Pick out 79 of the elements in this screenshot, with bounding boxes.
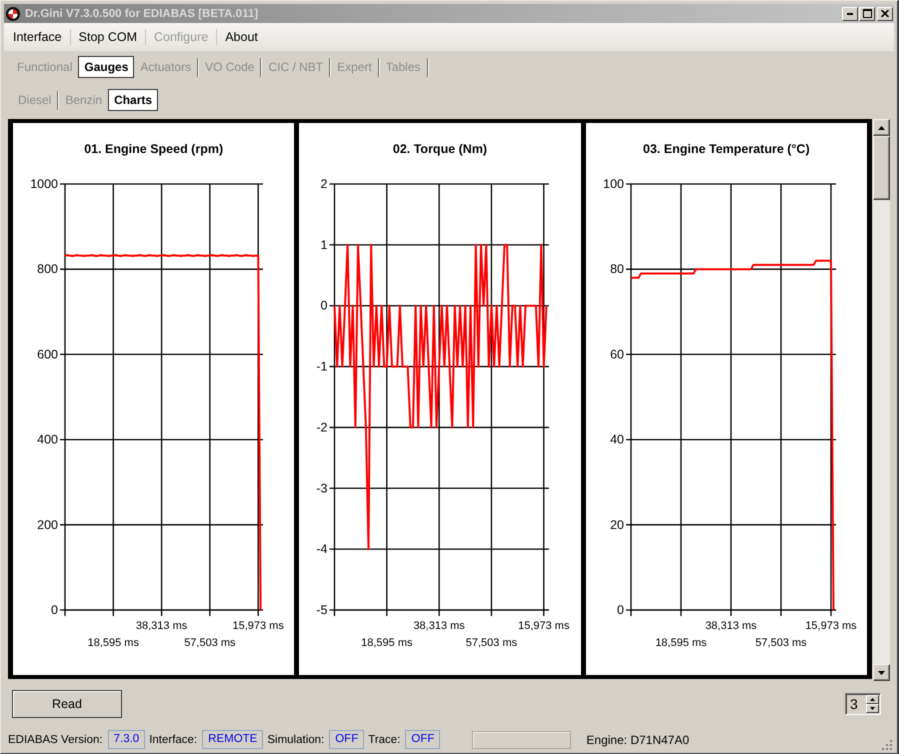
- minimize-icon: [847, 12, 853, 14]
- axis-tick-label: 0: [51, 603, 58, 617]
- maximize-icon: [862, 9, 872, 18]
- resize-grip-icon[interactable]: [881, 739, 892, 750]
- spinner-value: 3: [849, 695, 859, 714]
- axis-tick-label: 18,595 ms: [88, 637, 139, 649]
- axis-tick-label: 40: [610, 432, 624, 447]
- spin-down-button[interactable]: [866, 704, 879, 713]
- scrollbar-thumb[interactable]: [873, 136, 890, 200]
- axis-tick-label: -3: [316, 481, 328, 496]
- maximize-button[interactable]: [859, 6, 875, 20]
- scroll-down-button[interactable]: [873, 664, 890, 681]
- status-label: EDIABAS Version:: [8, 734, 103, 746]
- tab[interactable]: Actuators: [134, 56, 198, 78]
- axis-tick-label: 57,503 ms: [754, 637, 806, 649]
- window-title: Dr.Gini V7.3.0.500 for EDIABAS [BETA.011]: [25, 8, 258, 20]
- scroll-up-button[interactable]: [873, 119, 890, 136]
- minimize-button[interactable]: [842, 6, 858, 20]
- menu-item[interactable]: About: [217, 27, 266, 47]
- status-value: 7.3.0: [108, 730, 146, 749]
- spin-up-button[interactable]: [866, 695, 879, 704]
- axis-tick-label: -4: [316, 542, 328, 556]
- chart-title: 02. Torque (Nm): [392, 141, 488, 157]
- axis-tick-label: 100: [602, 177, 624, 191]
- menu-item[interactable]: Interface: [5, 27, 70, 47]
- tab[interactable]: Benzin: [59, 89, 108, 111]
- axis-tick-label: 80: [610, 262, 624, 276]
- tab[interactable]: Expert: [331, 56, 378, 78]
- axis-tick-label: 1000: [30, 177, 58, 191]
- axis-tick-label: 200: [37, 518, 58, 532]
- axis-tick-label: 15,973 ms: [232, 620, 284, 632]
- caret-down-icon: [870, 707, 875, 710]
- axis-tick-label: 18,595 ms: [654, 637, 706, 649]
- tab[interactable]: Diesel: [12, 89, 58, 111]
- axis-tick-label: -2: [316, 420, 328, 434]
- tab[interactable]: Gauges: [78, 56, 134, 78]
- axis-tick-label: 38,313 ms: [414, 620, 466, 632]
- axis-tick-label: 400: [37, 432, 58, 447]
- axis-tick-label: -1: [316, 360, 328, 374]
- axis-tick-label: 0: [320, 298, 328, 313]
- status-label: Interface:: [149, 734, 198, 746]
- axis-tick-label: 38,313 ms: [136, 620, 188, 632]
- axis-tick-label: 600: [37, 347, 58, 362]
- read-button[interactable]: Read: [12, 690, 122, 718]
- tab[interactable]: Functional: [11, 56, 78, 78]
- scrollbar-track[interactable]: [873, 119, 890, 681]
- axis-tick-label: 1: [320, 238, 328, 252]
- tab[interactable]: Charts: [108, 89, 158, 111]
- chart-title: 01. Engine Speed (rpm): [83, 141, 224, 157]
- menu-item[interactable]: Stop COM: [70, 27, 145, 47]
- caret-up-icon: [870, 698, 875, 701]
- status-value: OFF: [405, 730, 440, 749]
- number-spinner[interactable]: 3: [845, 693, 881, 715]
- axis-tick-label: 57,503 ms: [184, 637, 236, 649]
- axis-tick-label: 2: [320, 177, 328, 191]
- axis-tick-label: 57,503 ms: [466, 637, 518, 649]
- axis-tick-label: -5: [316, 603, 328, 617]
- caret-up-icon: [878, 126, 885, 130]
- axis-tick-label: 20: [610, 518, 624, 532]
- axis-tick-label: 15,973 ms: [518, 620, 570, 632]
- tab[interactable]: VO Code: [199, 56, 260, 78]
- chart-title: 03. Engine Temperature (°C): [642, 141, 811, 157]
- axis-tick-label: 60: [610, 347, 624, 362]
- axis-tick-label: 800: [37, 262, 58, 276]
- tab[interactable]: Tables: [380, 56, 426, 78]
- status-value: REMOTE: [202, 730, 264, 749]
- axis-tick-label: 38,313 ms: [704, 620, 756, 632]
- tab[interactable]: CIC / NBT: [262, 56, 330, 78]
- close-button[interactable]: [877, 6, 893, 20]
- axis-tick-label: 18,595 ms: [361, 637, 413, 649]
- caret-down-icon: [878, 670, 885, 674]
- status-label: Simulation:: [267, 734, 324, 746]
- app-logo-icon: [6, 6, 20, 20]
- close-icon: [881, 10, 889, 17]
- status-label: Trace:: [368, 734, 400, 746]
- engine-label: Engine: D71N47A0: [586, 732, 690, 746]
- status-value: OFF: [329, 730, 364, 749]
- axis-tick-label: 15,973 ms: [804, 620, 856, 632]
- axis-tick-label: 0: [616, 603, 624, 617]
